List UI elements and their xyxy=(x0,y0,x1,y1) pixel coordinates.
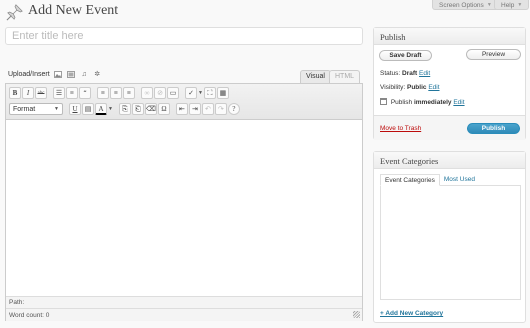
undo-button[interactable]: ↶ xyxy=(201,103,214,115)
help-button[interactable]: ? xyxy=(227,103,240,115)
outdent-button[interactable]: ⇤ xyxy=(175,103,188,115)
pushpin-icon xyxy=(6,4,23,21)
remove-format-button[interactable]: ⌫ xyxy=(144,103,157,115)
justify-button[interactable]: ▤ xyxy=(82,103,94,115)
add-new-category-link[interactable]: + Add New Category xyxy=(380,310,443,317)
insert-more-button[interactable]: ▭ xyxy=(167,87,179,99)
status-label: Status: xyxy=(380,70,401,77)
tab-html[interactable]: HTML xyxy=(329,70,361,83)
publish-box: Publish Save Draft Preview Status: Draft… xyxy=(373,27,526,140)
editor-content-area[interactable] xyxy=(6,120,362,294)
format-select[interactable]: Format ▼ xyxy=(9,103,63,115)
publish-button[interactable]: Publish xyxy=(467,123,520,134)
add-video-icon[interactable] xyxy=(67,70,76,78)
fullscreen-button[interactable]: ⛶ xyxy=(203,87,216,99)
paste-word-button[interactable]: ⎗ xyxy=(131,103,144,115)
paste-text-button[interactable]: ⎘ xyxy=(118,103,131,115)
help-label: Help xyxy=(501,1,515,9)
align-left-button[interactable]: ≡ xyxy=(97,87,109,99)
editor-path-bar: Path: xyxy=(6,296,362,308)
categories-heading: Event Categories xyxy=(374,152,525,169)
text-color-icon: A xyxy=(95,103,107,115)
insert-link-button[interactable]: ∞ xyxy=(141,87,153,99)
italic-button[interactable]: I xyxy=(22,87,34,99)
visibility-value: Public xyxy=(406,84,427,91)
edit-schedule-link[interactable]: Edit xyxy=(453,99,464,106)
tab-all-categories[interactable]: Event Categories xyxy=(380,174,440,186)
content-editor: B I abc ☰ ≡ “ ≡ ≡ ≡ ∞ ⊘ ▭ ✓ ▼ ⛶ ▦ Format … xyxy=(5,83,363,321)
blockquote-button[interactable]: “ xyxy=(79,87,91,99)
publish-actions: Move to Trash Publish xyxy=(374,115,525,140)
preview-button[interactable]: Preview xyxy=(466,49,521,60)
move-to-trash-link[interactable]: Move to Trash xyxy=(380,125,421,132)
editor-toolbar: B I abc ☰ ≡ “ ≡ ≡ ≡ ∞ ⊘ ▭ ✓ ▼ ⛶ ▦ Format … xyxy=(6,84,362,120)
title-input[interactable] xyxy=(5,27,363,45)
schedule-row: Publish immediately Edit xyxy=(380,98,465,106)
calendar-icon xyxy=(380,98,387,105)
kitchen-sink-button[interactable]: ▦ xyxy=(216,87,229,99)
tab-visual[interactable]: Visual xyxy=(300,70,331,83)
edit-visibility-link[interactable]: Edit xyxy=(428,84,439,91)
save-draft-button[interactable]: Save Draft xyxy=(379,50,432,61)
bold-button[interactable]: B xyxy=(9,87,21,99)
status-row: Status: Draft Edit xyxy=(380,70,430,77)
special-char-button[interactable]: Ω xyxy=(157,103,170,115)
add-audio-icon[interactable]: ♫ xyxy=(80,70,89,78)
help-tab[interactable]: Help ▼ xyxy=(494,0,530,10)
categories-box: Event Categories Event Categories Most U… xyxy=(373,151,526,323)
status-value: Draft xyxy=(402,70,418,77)
publish-value: immediately xyxy=(413,99,452,106)
visibility-label: Visibility: xyxy=(380,84,406,91)
chevron-down-icon: ▼ xyxy=(54,106,59,112)
publish-heading: Publish xyxy=(374,28,525,45)
bullet-list-button[interactable]: ☰ xyxy=(53,87,65,99)
strikethrough-button[interactable]: abc xyxy=(35,87,47,99)
align-right-button[interactable]: ≡ xyxy=(123,87,135,99)
add-image-icon[interactable] xyxy=(54,70,63,78)
indent-button[interactable]: ⇥ xyxy=(188,103,201,115)
chevron-down-icon: ▼ xyxy=(517,2,523,8)
upload-insert-label: Upload/Insert xyxy=(8,70,50,78)
page-title: Add New Event xyxy=(28,3,119,18)
media-buttons: Upload/Insert ♫ ✲ xyxy=(8,70,102,79)
visibility-row: Visibility: Public Edit xyxy=(380,84,440,91)
format-select-value: Format xyxy=(13,105,36,113)
toolbar-row-2: Format ▼ U ▤ A ▼ ⎘ ⎗ ⌫ Ω ⇤ ⇥ ↶ ↷ ? xyxy=(9,103,240,115)
spellcheck-button[interactable]: ✓ ▼ xyxy=(185,87,203,99)
publish-label: Publish xyxy=(390,99,413,106)
screen-options-label: Screen Options xyxy=(439,1,484,9)
text-color-button[interactable]: A ▼ xyxy=(95,103,113,115)
word-count: Word count: 0 xyxy=(6,308,362,321)
numbered-list-button[interactable]: ≡ xyxy=(66,87,78,99)
chevron-down-icon: ▼ xyxy=(486,2,492,8)
edit-status-link[interactable]: Edit xyxy=(419,70,430,77)
toolbar-row-1: B I abc ☰ ≡ “ ≡ ≡ ≡ ∞ ⊘ ▭ ✓ ▼ ⛶ ▦ xyxy=(9,87,229,99)
underline-button[interactable]: U xyxy=(69,103,81,115)
spellcheck-icon: ✓ xyxy=(185,87,197,99)
add-media-icon[interactable]: ✲ xyxy=(93,70,102,78)
align-center-button[interactable]: ≡ xyxy=(110,87,122,99)
resize-handle[interactable] xyxy=(353,311,360,318)
screen-options-tab[interactable]: Screen Options ▼ xyxy=(432,0,499,10)
unlink-button[interactable]: ⊘ xyxy=(154,87,166,99)
category-checklist xyxy=(380,185,521,300)
redo-button[interactable]: ↷ xyxy=(214,103,227,115)
